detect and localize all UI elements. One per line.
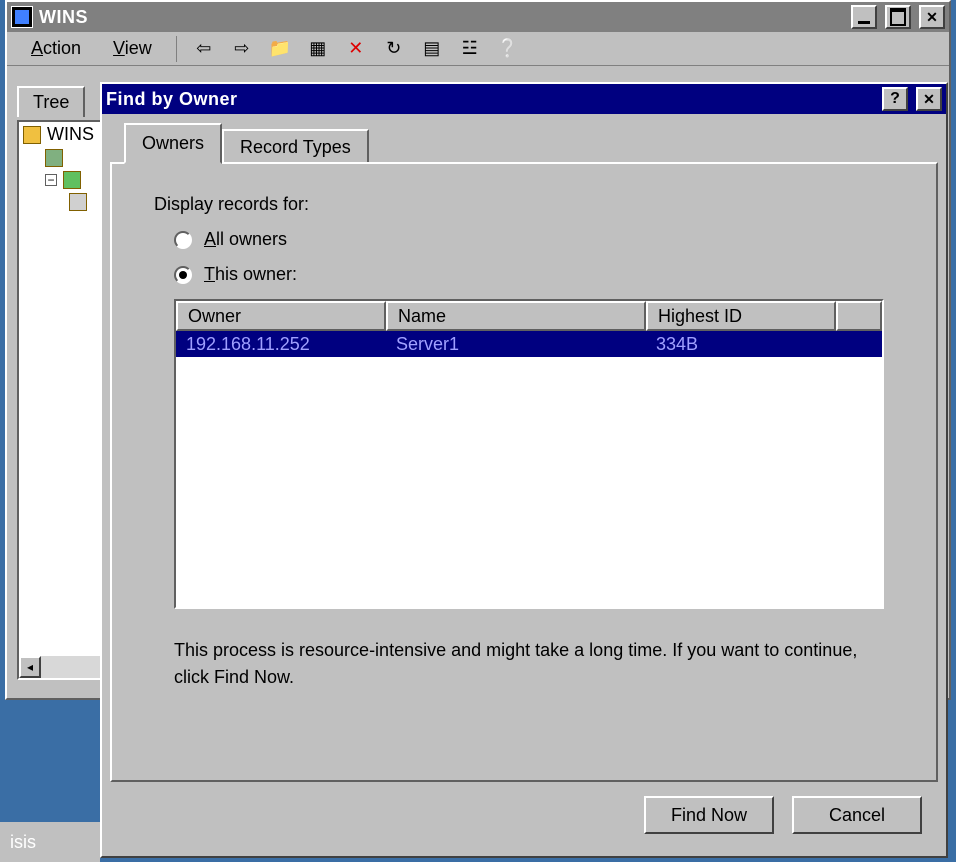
minimize-button[interactable] (851, 5, 877, 29)
main-close-button[interactable] (919, 5, 945, 29)
toolbar-properties-icon[interactable]: ▦ (301, 33, 335, 65)
tab-page-owners: Display records for: All owners This own… (110, 162, 938, 782)
main-titlebar[interactable]: WINS (7, 2, 949, 32)
records-icon (69, 193, 87, 211)
dialog-title: Find by Owner (106, 89, 874, 110)
radio-all-owners[interactable] (174, 231, 192, 249)
main-title: WINS (39, 7, 843, 28)
scroll-left-icon[interactable]: ◂ (19, 656, 41, 678)
wins-root-icon (23, 126, 41, 144)
app-icon (11, 6, 33, 28)
radio-all-owners-label: All owners (204, 229, 287, 250)
tab-record-types[interactable]: Record Types (222, 129, 369, 164)
toolbar-refresh-icon[interactable]: ↻ (377, 33, 411, 65)
cell-name: Server1 (386, 332, 646, 357)
tree-collapse-icon[interactable]: − (45, 174, 57, 186)
radio-all-owners-row[interactable]: All owners (174, 229, 894, 250)
toolbar-forward-icon[interactable]: ⇨ (225, 33, 259, 65)
cancel-button[interactable]: Cancel (792, 796, 922, 834)
server-icon (45, 149, 63, 167)
radio-this-owner[interactable] (174, 266, 192, 284)
toolbar-export-icon[interactable]: ▤ (415, 33, 449, 65)
menu-view[interactable]: View (99, 36, 166, 61)
menu-action[interactable]: Action (17, 36, 95, 61)
cell-owner: 192.168.11.252 (176, 332, 386, 357)
col-padding (836, 301, 882, 331)
toolbar-back-icon[interactable]: ⇦ (187, 33, 221, 65)
maximize-button[interactable] (885, 5, 911, 29)
tree-root-label: WINS (47, 124, 94, 145)
radio-this-owner-row[interactable]: This owner: (174, 264, 894, 285)
cell-highest-id: 334B (646, 332, 836, 357)
dialog-help-button[interactable] (882, 87, 908, 111)
col-owner[interactable]: Owner (176, 301, 386, 331)
tab-owners[interactable]: Owners (124, 123, 222, 164)
toolbar-list-icon[interactable]: ☳ (453, 33, 487, 65)
radio-this-owner-label: This owner: (204, 264, 297, 285)
dialog-body: Owners Record Types Display records for:… (110, 124, 938, 848)
find-by-owner-dialog: Find by Owner Owners Record Types Displa… (100, 82, 948, 858)
display-records-label: Display records for: (154, 194, 894, 215)
tree-tab[interactable]: Tree (17, 86, 85, 117)
table-row[interactable]: 192.168.11.252 Server1 334B (176, 331, 882, 357)
radio-dot (179, 271, 187, 279)
dialog-buttons: Find Now Cancel (644, 796, 922, 834)
active-icon (63, 171, 81, 189)
col-name[interactable]: Name (386, 301, 646, 331)
warning-text: This process is resource-intensive and m… (174, 637, 874, 691)
dialog-close-button[interactable] (916, 87, 942, 111)
toolbar-help-icon[interactable]: ❔ (491, 33, 525, 65)
menubar: Action View ⇦ ⇨ 📁 ▦ ✕ ↻ ▤ ☳ ❔ (7, 32, 949, 66)
col-highest-id[interactable]: Highest ID (646, 301, 836, 331)
toolbar-delete-icon[interactable]: ✕ (339, 33, 373, 65)
taskbar-item[interactable]: isis (0, 822, 100, 862)
tabstrip: Owners Record Types (110, 124, 938, 162)
find-now-button[interactable]: Find Now (644, 796, 774, 834)
menu-separator (176, 36, 177, 62)
toolbar-up-icon[interactable]: 📁 (263, 33, 297, 65)
listview-headers: Owner Name Highest ID (176, 301, 882, 331)
dialog-titlebar[interactable]: Find by Owner (102, 84, 946, 114)
owner-listview[interactable]: Owner Name Highest ID 192.168.11.252 Ser… (174, 299, 884, 609)
